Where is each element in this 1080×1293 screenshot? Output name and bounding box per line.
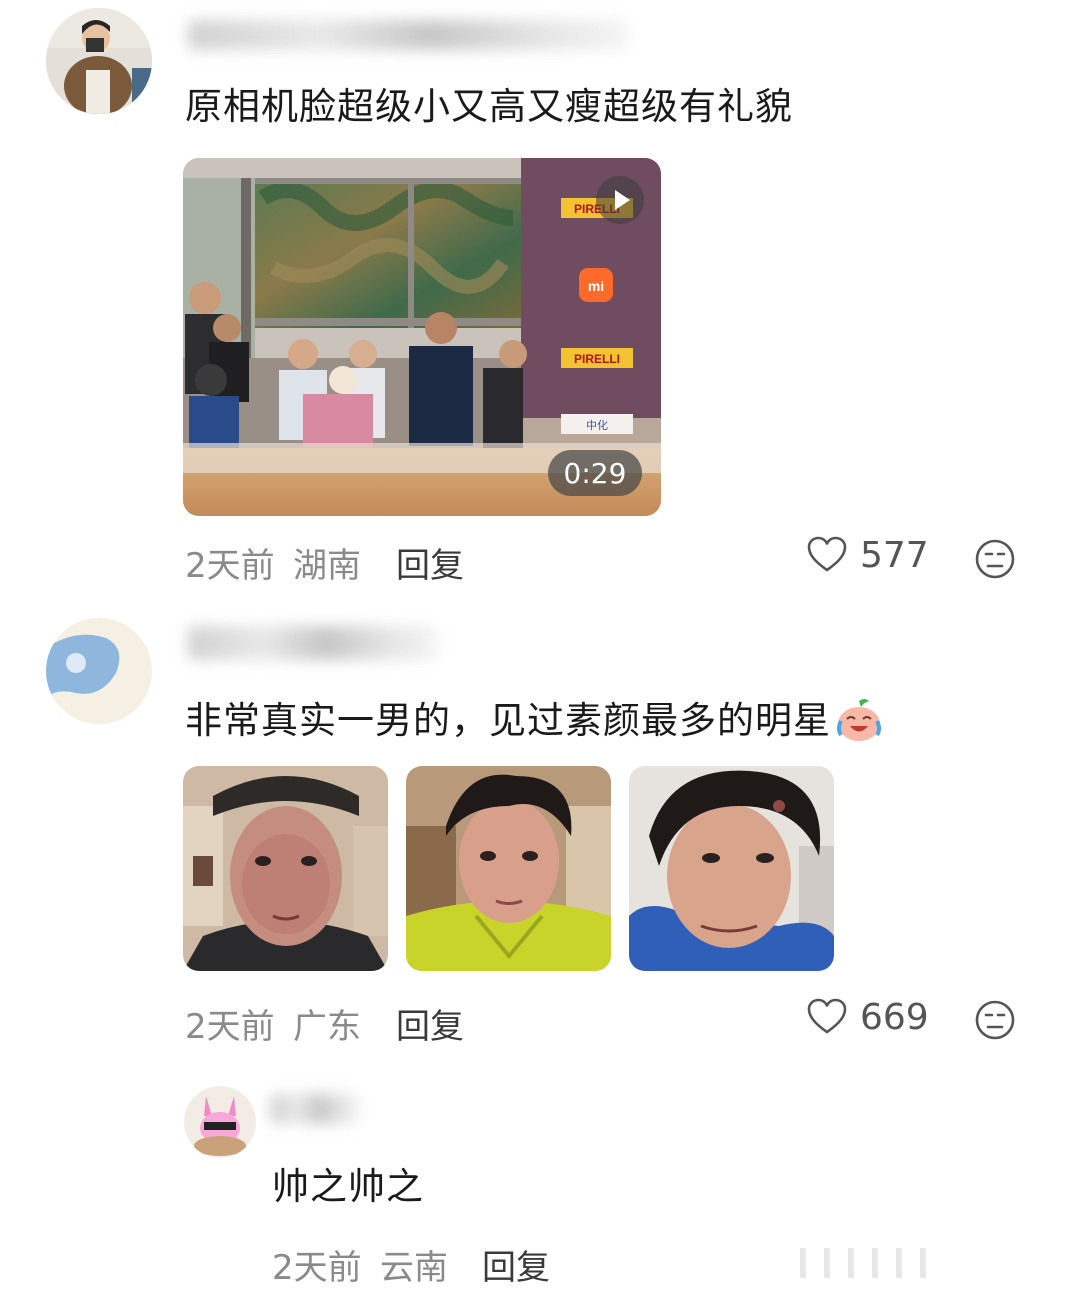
- play-button[interactable]: [596, 176, 644, 224]
- comment-image[interactable]: [183, 766, 388, 971]
- reply-button[interactable]: 回复: [396, 538, 464, 587]
- username-blurred[interactable]: [188, 626, 438, 660]
- comment-time: 2天前: [185, 546, 275, 586]
- play-icon: [615, 190, 630, 210]
- mi-logo: mi: [588, 278, 604, 294]
- comment-text-row: 非常真实一男的，见过素颜最多的明星: [185, 697, 883, 743]
- username-blurred[interactable]: [270, 1094, 360, 1124]
- dislike-button[interactable]: [974, 538, 1016, 584]
- username-blurred[interactable]: [188, 20, 628, 50]
- reply-button[interactable]: 回复: [482, 1240, 550, 1289]
- reply-time: 2天前: [272, 1248, 362, 1288]
- meh-face-icon: [975, 1000, 1015, 1040]
- like-button[interactable]: 577: [806, 534, 929, 576]
- comment-time: 2天前: [185, 1007, 275, 1047]
- reply-button[interactable]: 回复: [396, 999, 464, 1048]
- meh-face-icon: [975, 539, 1015, 579]
- comment-text: 非常真实一男的，见过素颜最多的明星: [185, 698, 831, 742]
- video-duration-badge: 0:29: [548, 450, 642, 496]
- heart-icon: [807, 998, 847, 1034]
- like-button[interactable]: 669: [806, 996, 929, 1038]
- reply-location: 云南: [380, 1248, 448, 1288]
- avatar[interactable]: [46, 618, 152, 724]
- avatar[interactable]: [184, 1086, 256, 1158]
- avatar[interactable]: [46, 8, 152, 114]
- sinochem-logo: 中化: [586, 418, 608, 432]
- comment-location: 湖南: [293, 546, 361, 586]
- like-count: 669: [860, 996, 929, 1038]
- crying-laughing-peach-emoji-icon: [837, 699, 881, 741]
- dislike-button[interactable]: [974, 999, 1016, 1045]
- comment-image[interactable]: [629, 766, 834, 971]
- comment-text: 原相机脸超级小又高又瘦超级有礼貌: [185, 85, 793, 128]
- comment-image[interactable]: [406, 766, 611, 971]
- pirelli-logo-2: PIRELLI: [574, 352, 620, 366]
- reply-text: 帅之帅之: [272, 1165, 424, 1208]
- video-duration: 0:29: [563, 456, 627, 490]
- like-count: 577: [860, 534, 929, 576]
- comment-location: 广东: [293, 1007, 361, 1047]
- watermark-bars: [800, 1248, 926, 1278]
- heart-icon: [807, 536, 847, 572]
